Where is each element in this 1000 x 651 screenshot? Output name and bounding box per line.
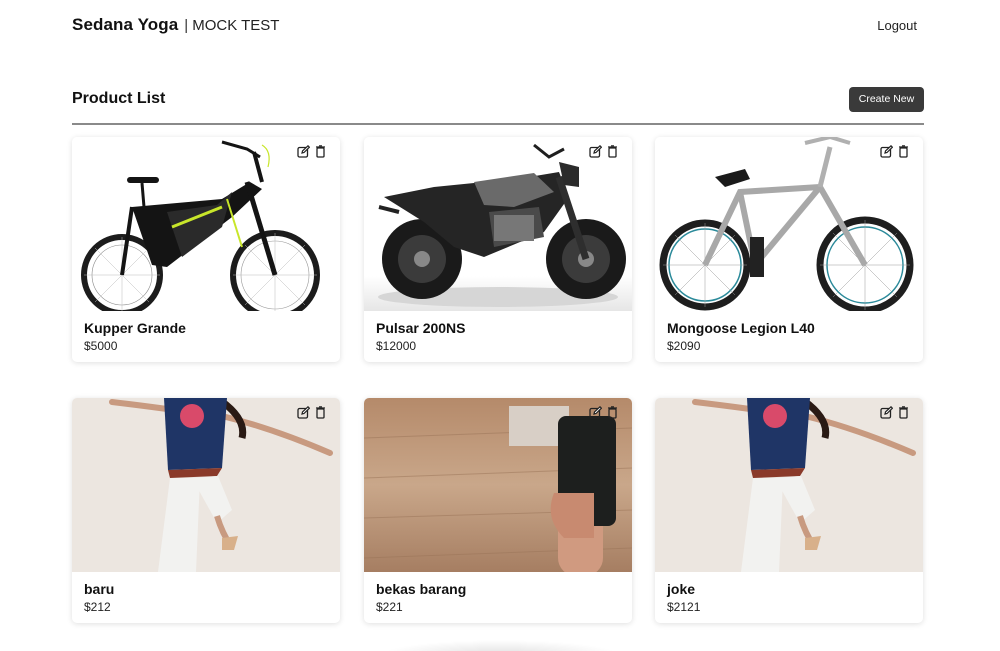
trash-icon[interactable]: [606, 145, 619, 158]
product-info: Kupper Grande $5000: [84, 320, 186, 353]
product-image: [72, 398, 340, 572]
trash-icon[interactable]: [606, 406, 619, 419]
brand-name: Sedana Yoga: [72, 15, 179, 34]
card-actions: [297, 405, 327, 419]
brand-subtitle: MOCK TEST: [192, 17, 280, 34]
brand: Sedana Yoga | MOCK TEST: [72, 15, 279, 35]
card-actions: [880, 144, 910, 158]
product-image: [72, 137, 340, 311]
divider: [72, 123, 924, 125]
top-navbar: Sedana Yoga | MOCK TEST Logout: [72, 13, 918, 37]
page-title: Product List: [72, 90, 166, 107]
product-card[interactable]: Mongoose Legion L40 $2090: [655, 137, 923, 362]
product-name: Pulsar 200NS: [376, 320, 466, 336]
product-name: Mongoose Legion L40: [667, 320, 815, 336]
product-info: bekas barang $221: [376, 581, 466, 614]
trash-icon[interactable]: [897, 406, 910, 419]
card-actions: [589, 405, 619, 419]
product-card[interactable]: joke $2121: [655, 398, 923, 623]
product-price: $12000: [376, 339, 417, 353]
product-image: [364, 398, 632, 572]
product-image: [364, 137, 632, 311]
product-name: bekas barang: [376, 581, 467, 597]
product-name: baru: [84, 581, 115, 597]
product-info: Mongoose Legion L40 $2090: [667, 320, 815, 353]
product-info: Pulsar 200NS $12000: [376, 320, 466, 353]
card-actions: [297, 144, 327, 158]
create-new-button[interactable]: Create New: [849, 86, 924, 112]
trash-icon[interactable]: [314, 145, 327, 158]
product-image: [655, 398, 923, 572]
bottom-card-shadow: [380, 640, 620, 651]
product-info: joke $2121: [667, 581, 700, 614]
product-list-header: Product List Create New: [72, 86, 924, 112]
product-price: $5000: [84, 339, 118, 353]
edit-icon[interactable]: [589, 405, 603, 419]
product-image: [655, 137, 923, 311]
edit-icon[interactable]: [880, 405, 894, 419]
logout-link[interactable]: Logout: [877, 18, 917, 33]
edit-icon[interactable]: [589, 144, 603, 158]
trash-icon[interactable]: [897, 145, 910, 158]
product-price: $2121: [667, 600, 701, 614]
trash-icon[interactable]: [314, 406, 327, 419]
card-actions: [880, 405, 910, 419]
brand-separator: |: [184, 17, 189, 34]
product-name: Kupper Grande: [84, 320, 186, 336]
product-price: $221: [376, 600, 403, 614]
product-card[interactable]: Pulsar 200NS $12000: [364, 137, 632, 362]
product-info: baru $212: [84, 581, 114, 614]
edit-icon[interactable]: [297, 405, 311, 419]
product-price: $212: [84, 600, 111, 614]
product-card[interactable]: Kupper Grande $5000: [72, 137, 340, 362]
card-actions: [589, 144, 619, 158]
product-card[interactable]: baru $212: [72, 398, 340, 623]
edit-icon[interactable]: [880, 144, 894, 158]
edit-icon[interactable]: [297, 144, 311, 158]
product-name: joke: [667, 581, 696, 597]
product-card[interactable]: bekas barang $221: [364, 398, 632, 623]
product-price: $2090: [667, 339, 701, 353]
